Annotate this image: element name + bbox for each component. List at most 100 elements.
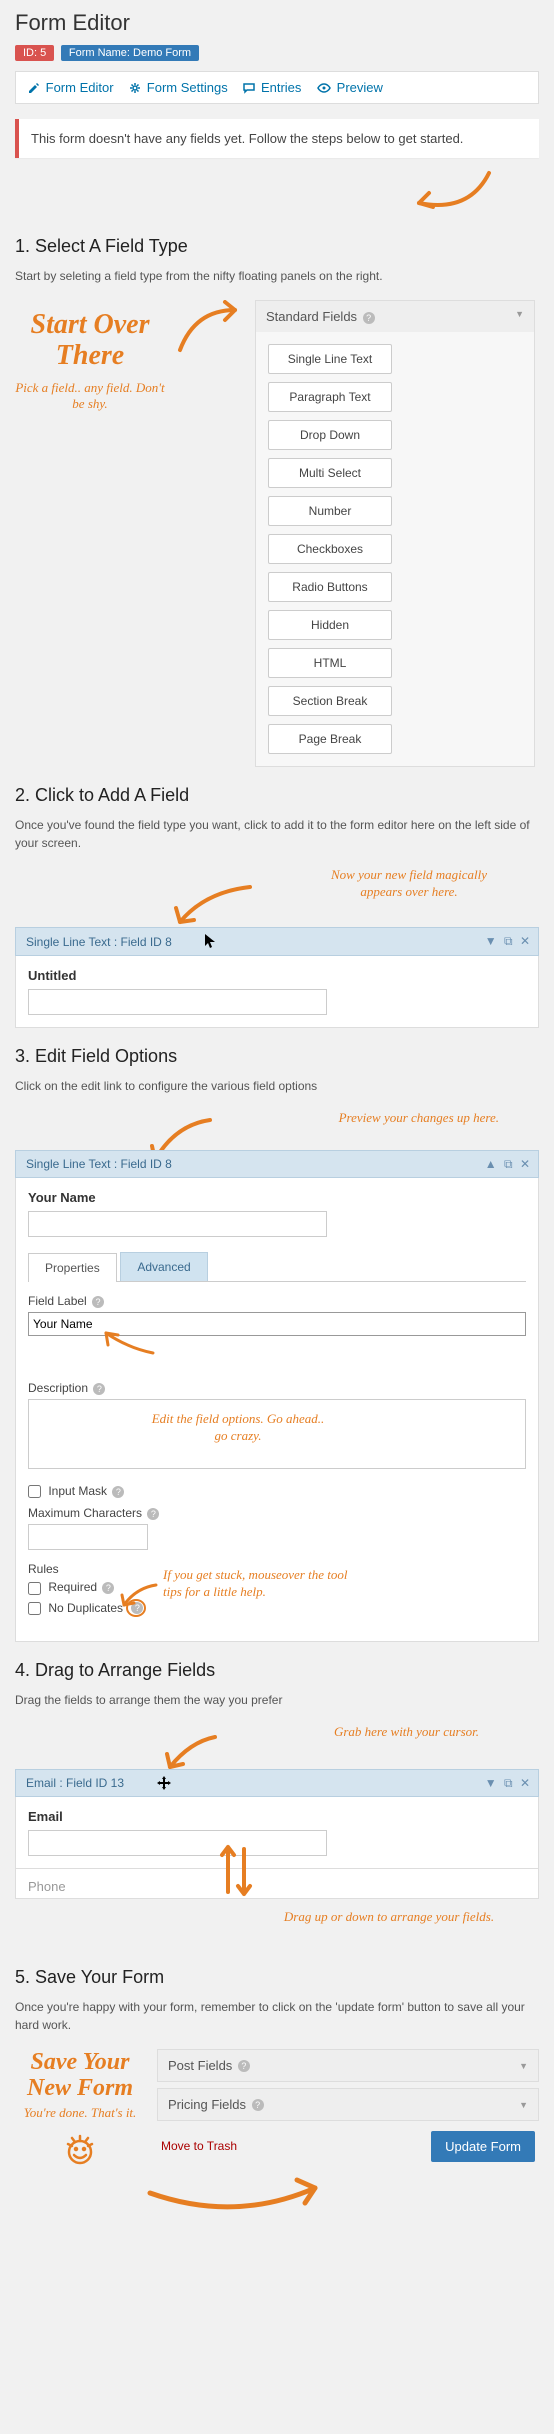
pencil-icon bbox=[28, 82, 40, 94]
move-icon[interactable] bbox=[157, 1776, 171, 1790]
standard-fields-panel: Standard Fields ? ▼ Single Line Text Par… bbox=[255, 300, 535, 767]
tab-form-editor[interactable]: Form Editor bbox=[28, 80, 114, 95]
accordion-label: Pricing Fields bbox=[168, 2097, 246, 2112]
panel-header[interactable]: Standard Fields ? ▼ bbox=[256, 301, 534, 332]
tab-editor-label: Form Editor bbox=[46, 80, 114, 95]
field-preview-body: Email bbox=[15, 1797, 539, 1869]
input-mask-label: Input Mask bbox=[48, 1484, 107, 1498]
accordion-label: Post Fields bbox=[168, 2058, 232, 2073]
label-description: Description ? bbox=[28, 1381, 526, 1395]
field-type-button[interactable]: Single Line Text bbox=[268, 344, 392, 374]
step2-intro: Once you've found the field type you wan… bbox=[15, 816, 539, 852]
field-header-bar[interactable]: Single Line Text : Field ID 8 ▲ ⧉ ✕ bbox=[15, 1150, 539, 1178]
tab-entries-label: Entries bbox=[261, 80, 301, 95]
step4-heading: 4. Drag to Arrange Fields bbox=[15, 1660, 539, 1681]
duplicate-icon[interactable]: ⧉ bbox=[504, 934, 513, 948]
step1-intro: Start by seleting a field type from the … bbox=[15, 267, 539, 285]
collapse-icon[interactable]: ▼ bbox=[485, 934, 497, 948]
page-title: Form Editor bbox=[15, 10, 539, 36]
step5-intro: Once you're happy with your form, rememb… bbox=[15, 1998, 539, 2034]
tab-preview[interactable]: Preview bbox=[317, 80, 383, 95]
help-icon[interactable]: ? bbox=[112, 1486, 124, 1498]
help-icon[interactable]: ? bbox=[252, 2099, 264, 2111]
field-bar-label: Email : Field ID 13 bbox=[26, 1776, 124, 1790]
arrow-icon bbox=[165, 882, 255, 927]
delete-icon[interactable]: ✕ bbox=[520, 934, 530, 948]
arrow-icon bbox=[160, 1732, 220, 1772]
field-type-button[interactable]: Radio Buttons bbox=[268, 572, 392, 602]
field-type-button[interactable]: Hidden bbox=[268, 610, 392, 640]
field-type-button[interactable]: Number bbox=[268, 496, 392, 526]
help-icon[interactable]: ? bbox=[147, 1508, 159, 1520]
tab-bar: Form Editor Form Settings Entries Previe… bbox=[15, 71, 539, 104]
delete-icon[interactable]: ✕ bbox=[520, 1776, 530, 1790]
collapse-icon[interactable]: ▼ bbox=[515, 309, 524, 319]
arrow-icon bbox=[116, 1580, 161, 1610]
post-fields-accordion[interactable]: Post Fields ? bbox=[157, 2049, 539, 2082]
field-type-button[interactable]: HTML bbox=[268, 648, 392, 678]
field-header-bar[interactable]: Email : Field ID 13 ▼ ⧉ ✕ bbox=[15, 1769, 539, 1797]
empty-form-notice: This form doesn't have any fields yet. F… bbox=[15, 119, 539, 158]
field-type-button[interactable]: Section Break bbox=[268, 686, 392, 716]
no-duplicates-checkbox[interactable] bbox=[28, 1602, 41, 1615]
gear-icon bbox=[129, 82, 141, 94]
field-text-input[interactable] bbox=[28, 1830, 327, 1856]
field-editor-body: Your Name Properties Advanced Field Labe… bbox=[15, 1178, 539, 1642]
step4-handwriting-bottom: Drag up or down to arrange your fields. bbox=[279, 1909, 499, 1926]
field-bar-label: Single Line Text : Field ID 8 bbox=[26, 1157, 172, 1171]
pricing-fields-accordion[interactable]: Pricing Fields ? bbox=[157, 2088, 539, 2121]
field-header-bar[interactable]: Single Line Text : Field ID 8 ▼ ⧉ ✕ bbox=[15, 927, 539, 956]
step1-heading: 1. Select A Field Type bbox=[15, 236, 539, 257]
cursor-icon bbox=[205, 934, 215, 948]
tab-advanced[interactable]: Advanced bbox=[120, 1252, 207, 1281]
help-icon[interactable]: ? bbox=[363, 312, 375, 324]
help-icon[interactable]: ? bbox=[93, 1383, 105, 1395]
field-type-button[interactable]: Page Break bbox=[268, 724, 392, 754]
duplicate-icon[interactable]: ⧉ bbox=[504, 1776, 513, 1790]
label-max-chars: Maximum Characters ? bbox=[28, 1506, 526, 1520]
step3-heading: 3. Edit Field Options bbox=[15, 1046, 539, 1067]
duplicate-icon[interactable]: ⧉ bbox=[504, 1157, 513, 1171]
arrow-icon bbox=[409, 168, 499, 218]
preview-field-label: Your Name bbox=[28, 1190, 526, 1205]
field-text-input[interactable] bbox=[28, 989, 327, 1015]
field-type-button[interactable]: Drop Down bbox=[268, 420, 392, 450]
label-field-label: Field Label ? bbox=[28, 1294, 526, 1308]
required-checkbox[interactable] bbox=[28, 1582, 41, 1595]
step3-intro: Click on the edit link to configure the … bbox=[15, 1077, 539, 1095]
tab-form-settings[interactable]: Form Settings bbox=[129, 80, 228, 95]
delete-icon[interactable]: ✕ bbox=[520, 1157, 530, 1171]
tab-preview-label: Preview bbox=[337, 80, 383, 95]
no-dup-label: No Duplicates bbox=[48, 1601, 123, 1615]
panel-title-label: Standard Fields bbox=[266, 309, 357, 324]
eye-icon bbox=[317, 82, 331, 94]
move-to-trash-link[interactable]: Move to Trash bbox=[161, 2139, 237, 2153]
step3-handwriting-rules: If you get stuck, mouseover the tool tip… bbox=[163, 1567, 363, 1601]
help-icon[interactable]: ? bbox=[238, 2060, 250, 2072]
arrow-icon bbox=[175, 300, 245, 360]
help-icon[interactable]: ? bbox=[92, 1296, 104, 1308]
input-mask-checkbox[interactable] bbox=[28, 1485, 41, 1498]
field-type-button[interactable]: Multi Select bbox=[268, 458, 392, 488]
step4-intro: Drag the fields to arrange them the way … bbox=[15, 1691, 539, 1709]
property-tabs: Properties Advanced bbox=[28, 1252, 526, 1282]
step2-handwriting: Now your new field magically appears ove… bbox=[309, 867, 509, 901]
field-type-button[interactable]: Checkboxes bbox=[268, 534, 392, 564]
tab-settings-label: Form Settings bbox=[147, 80, 228, 95]
field-preview-body: Untitled bbox=[15, 956, 539, 1028]
field-label: Email bbox=[28, 1809, 526, 1824]
field-label: Untitled bbox=[28, 968, 526, 983]
step4-handwriting-top: Grab here with your cursor. bbox=[334, 1724, 479, 1741]
meta-row: ID: 5 Form Name: Demo Form bbox=[15, 44, 539, 61]
tab-properties[interactable]: Properties bbox=[28, 1253, 117, 1282]
required-label: Required bbox=[48, 1580, 97, 1594]
field-type-button[interactable]: Paragraph Text bbox=[268, 382, 392, 412]
update-form-button[interactable]: Update Form bbox=[431, 2131, 535, 2162]
collapse-icon[interactable]: ▼ bbox=[485, 1776, 497, 1790]
collapse-icon[interactable]: ▲ bbox=[485, 1157, 497, 1171]
tab-entries[interactable]: Entries bbox=[243, 80, 301, 95]
arrow-icon bbox=[98, 1328, 158, 1358]
max-chars-input[interactable] bbox=[28, 1524, 148, 1550]
help-icon[interactable]: ? bbox=[102, 1582, 114, 1594]
preview-text-input[interactable] bbox=[28, 1211, 327, 1237]
